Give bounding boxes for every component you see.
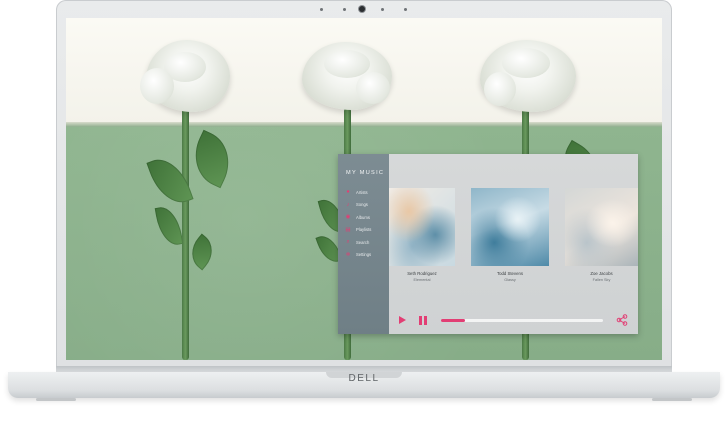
sidebar-item-playlists[interactable]: ▤ Playlists bbox=[345, 224, 371, 237]
rose-petal bbox=[140, 68, 174, 104]
sidebar-item-label: Songs bbox=[356, 202, 368, 208]
album-caption: Todd Stevens Glassy bbox=[471, 271, 549, 283]
sidebar-item-settings[interactable]: ✲ Settings bbox=[345, 249, 371, 262]
sidebar-item-artists[interactable]: ● Artists bbox=[345, 186, 371, 199]
search-icon: ⌕ bbox=[346, 238, 350, 245]
album-cover-elemental[interactable] bbox=[389, 188, 455, 266]
sidebar-item-albums[interactable]: ◉ Albums bbox=[345, 211, 371, 224]
album-caption: Zoe Jacobs Fallen Sky bbox=[565, 271, 638, 283]
play-icon[interactable] bbox=[399, 316, 406, 324]
album-grid: Seth Rodriguez Elemental Todd Stevens Gl… bbox=[389, 154, 638, 334]
album-cover-glassy[interactable] bbox=[471, 188, 549, 266]
sidebar-item-label: Artists bbox=[356, 189, 368, 195]
album-cover-fallen-sky[interactable] bbox=[565, 188, 638, 266]
music-note-icon: ♪ bbox=[346, 201, 350, 208]
music-app-window[interactable]: MY MUSIC ● Artists ♪ Songs ◉ Albums ▤ Pl… bbox=[338, 154, 638, 334]
music-sidebar: MY MUSIC ● Artists ♪ Songs ◉ Albums ▤ Pl… bbox=[338, 154, 389, 334]
rose-leaf bbox=[154, 204, 184, 248]
rose-petal bbox=[502, 48, 550, 78]
album-caption: Seth Rodriguez Elemental bbox=[389, 271, 455, 283]
sidebar-item-label: Search bbox=[356, 239, 370, 245]
album-title: Fallen Sky bbox=[592, 278, 611, 282]
rose-petal bbox=[356, 72, 390, 104]
progress-bar[interactable] bbox=[441, 319, 603, 322]
rose-left bbox=[136, 38, 246, 360]
laptop-foot bbox=[652, 398, 692, 401]
album-icon: ◉ bbox=[345, 214, 351, 221]
dell-logo: DELL bbox=[348, 373, 380, 384]
sidebar-menu: ● Artists ♪ Songs ◉ Albums ▤ Playlists ⌕ bbox=[345, 186, 371, 261]
laptop-foot bbox=[36, 398, 76, 401]
sidebar-item-label: Settings bbox=[356, 252, 372, 258]
progress-fill bbox=[441, 319, 466, 322]
sidebar-item-search[interactable]: ⌕ Search bbox=[345, 236, 371, 249]
person-icon: ● bbox=[346, 189, 350, 196]
desktop-screen: MY MUSIC ● Artists ♪ Songs ◉ Albums ▤ Pl… bbox=[66, 18, 662, 360]
sensor-dot bbox=[320, 8, 323, 11]
sensor-dot bbox=[343, 8, 346, 11]
rose-petal bbox=[484, 72, 516, 106]
pause-icon[interactable] bbox=[419, 316, 427, 325]
rose-stem bbox=[182, 108, 189, 360]
webcam bbox=[359, 6, 365, 12]
sidebar-item-songs[interactable]: ♪ Songs bbox=[345, 199, 371, 212]
sensor-dot bbox=[381, 8, 384, 11]
sidebar-item-label: Playlists bbox=[356, 227, 372, 233]
sensor-dot bbox=[404, 8, 407, 11]
album-title: Glassy bbox=[504, 278, 516, 282]
share-icon[interactable] bbox=[616, 314, 628, 326]
album-title: Elemental bbox=[413, 278, 431, 282]
gear-icon: ✲ bbox=[345, 251, 351, 258]
sidebar-item-label: Albums bbox=[356, 214, 370, 220]
app-title: MY MUSIC bbox=[346, 170, 385, 176]
rose-leaf bbox=[184, 129, 240, 189]
player-bar bbox=[389, 308, 638, 334]
playlist-icon: ▤ bbox=[345, 226, 351, 233]
rose-leaf bbox=[183, 233, 221, 271]
